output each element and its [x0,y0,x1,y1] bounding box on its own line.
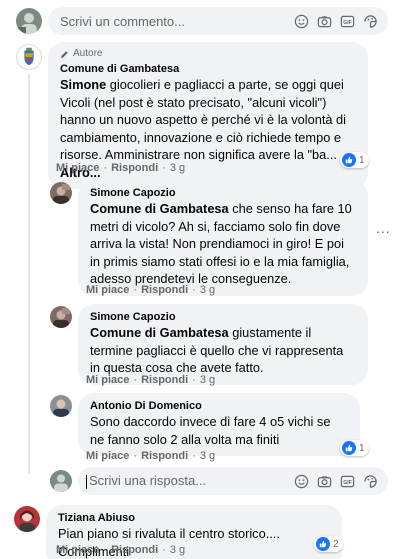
reply-link[interactable]: Rispondi [141,374,188,386]
current-user-avatar[interactable] [16,8,42,34]
emoji-icon[interactable] [294,474,309,489]
like-reaction-icon [316,537,330,551]
reply-actions: Mi piace · Rispondi · 3 g [86,284,215,296]
gif-icon[interactable]: GIF [340,474,355,489]
dot-separator: · [133,450,138,462]
camera-icon[interactable] [317,474,332,489]
comment-actions: Mi piace · Rispondi · 3 g [56,544,185,556]
dot-separator: · [133,374,138,386]
like-link[interactable]: Mi piace [86,450,129,462]
svg-text:GIF: GIF [343,19,352,25]
dot-separator: · [133,284,138,296]
text-cursor [86,474,87,489]
camera-icon[interactable] [317,14,332,29]
mention-link[interactable]: Comune di Gambatesa [90,201,229,216]
dot-separator: · [103,544,108,556]
reply-placeholder-text: Scrivi una risposta... [89,473,207,489]
reaction-count[interactable]: 1 [340,152,369,168]
author-badge: Autore [60,48,356,60]
dot-separator: · [192,450,196,462]
author-badge-label: Autore [73,48,103,59]
dot-separator: · [192,374,196,386]
comune-avatar[interactable] [16,44,42,70]
dot-separator: · [162,162,166,174]
reply-bubble: Antonio Di Domenico Sono daccordo invece… [78,393,360,456]
like-link[interactable]: Mi piace [56,544,99,556]
reaction-count[interactable]: 1 [340,440,369,456]
reply-actions: Mi piace · Rispondi · 3 g [86,374,215,386]
svg-text:GIF: GIF [343,479,352,485]
gif-icon[interactable]: GIF [340,14,355,29]
comment-input-placeholder: Scrivi un commento... [60,13,185,29]
like-reaction-icon [342,153,356,167]
user-avatar[interactable] [50,395,72,417]
reaction-count[interactable]: 2 [314,536,343,552]
comment-author[interactable]: Comune di Gambatesa [60,62,356,76]
reply-author[interactable]: Simone Capozio [90,186,356,200]
emoji-icon[interactable] [294,14,309,29]
timestamp[interactable]: 3 g [200,450,215,462]
dot-separator: · [192,284,196,296]
reaction-number: 2 [333,538,339,550]
timestamp[interactable]: 3 g [170,162,185,174]
comment-options-button[interactable]: ... [376,220,391,236]
reaction-number: 1 [359,442,365,454]
dot-separator: · [103,162,108,174]
reaction-number: 1 [359,154,365,166]
sticker-icon[interactable] [363,474,378,489]
timestamp[interactable]: 3 g [200,284,215,296]
reply-author[interactable]: Simone Capozio [90,310,356,324]
mention-link[interactable]: Comune di Gambatesa [90,325,229,340]
reply-bubble: Simone Capozio Comune di Gambatesa giust… [78,304,368,385]
current-user-avatar[interactable] [50,470,72,492]
like-link[interactable]: Mi piace [56,162,99,174]
like-link[interactable]: Mi piace [86,284,129,296]
thread-line [28,74,30,474]
reply-link[interactable]: Rispondi [141,284,188,296]
reply-author[interactable]: Antonio Di Domenico [90,399,348,413]
like-link[interactable]: Mi piace [86,374,129,386]
reply-actions: Mi piace · Rispondi · 3 g [86,450,215,462]
reply-link[interactable]: Rispondi [111,544,158,556]
comment-author[interactable]: Tiziana Abiuso [58,511,330,525]
reply-link[interactable]: Rispondi [141,450,188,462]
reply-input[interactable]: Scrivi una risposta... GIF [78,467,388,495]
reply-bubble: Simone Capozio Comune di Gambatesa che s… [78,180,368,296]
comment-actions: Mi piace · Rispondi · 3 g [56,162,185,174]
user-avatar[interactable] [50,182,72,204]
user-avatar[interactable] [14,506,40,532]
like-reaction-icon [342,441,356,455]
mention-link[interactable]: Simone [60,77,106,92]
reply-text: Sono daccordo invece di fare 4 o5 vichi … [90,414,331,447]
sticker-icon[interactable] [363,14,378,29]
reply-text: Comune di Gambatesa giustamente il termi… [90,324,356,377]
dot-separator: · [162,544,166,556]
reply-input-placeholder: Scrivi una risposta... [78,473,294,489]
timestamp[interactable]: 3 g [170,544,185,556]
user-avatar[interactable] [50,306,72,328]
reply-text: Comune di Gambatesa che senso ha fare 10… [90,200,356,288]
comment-input[interactable]: Scrivi un commento... GIF [48,7,388,35]
reply-link[interactable]: Rispondi [111,162,158,174]
pencil-icon [60,50,69,59]
timestamp[interactable]: 3 g [200,374,215,386]
